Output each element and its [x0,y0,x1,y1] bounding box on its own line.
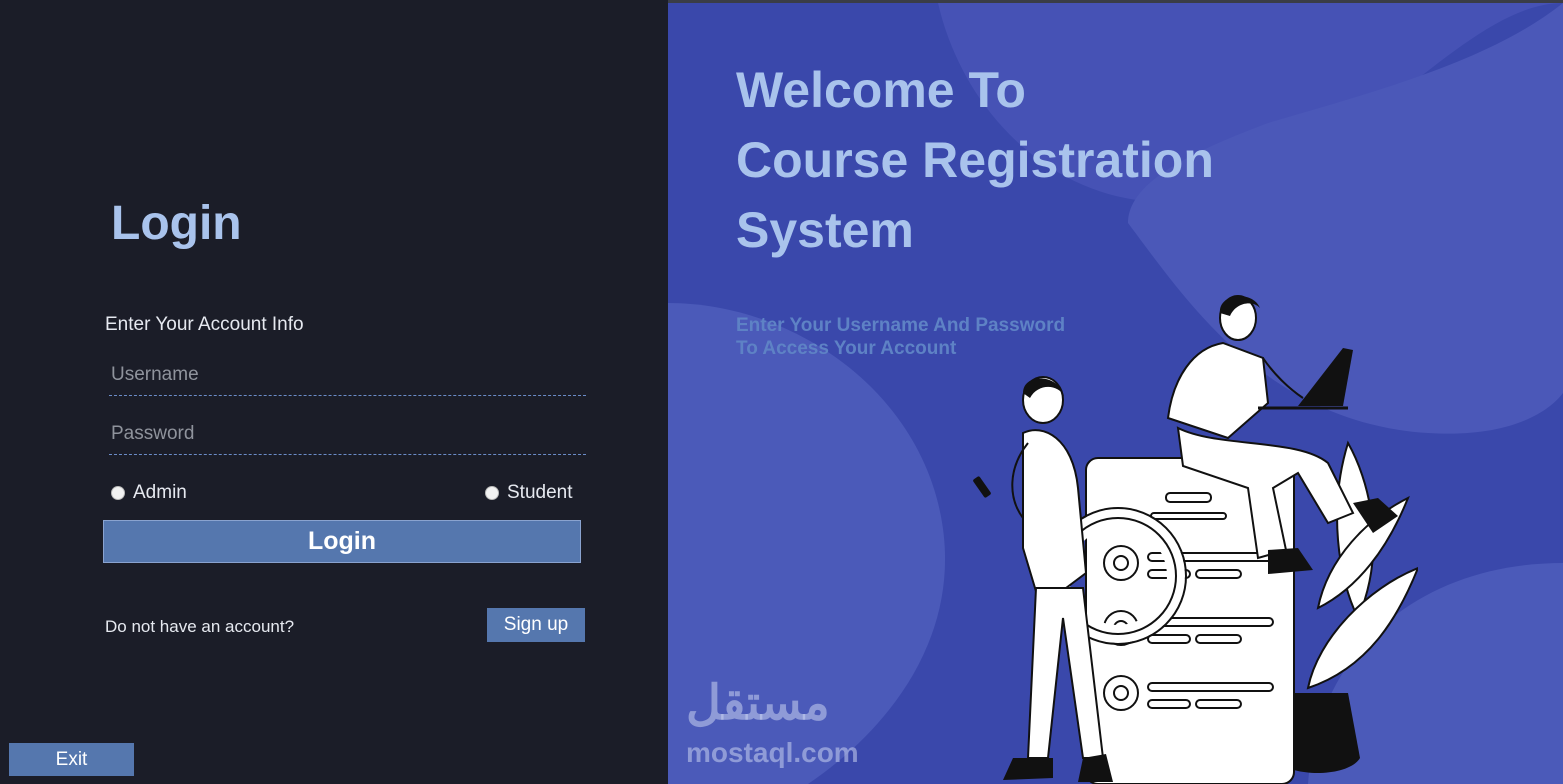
admin-radio[interactable]: Admin [111,482,187,504]
no-account-text: Do not have an account? [105,617,295,636]
password-input[interactable] [109,414,586,454]
password-field[interactable] [109,414,586,455]
radio-admin-icon[interactable] [111,486,125,500]
welcome-line-3: System [736,202,914,258]
exit-button[interactable]: Exit [9,743,134,776]
username-field[interactable] [109,355,586,396]
welcome-line-2: Course Registration [736,132,1214,188]
welcome-line-1: Welcome To [736,62,1026,118]
login-title: Login [111,197,242,250]
watermark-english: mostaql.com [686,737,859,768]
login-panel: Login Enter Your Account Info Admin Stud… [0,0,668,784]
username-input[interactable] [109,355,586,395]
welcome-heading: Welcome To Course Registration System [736,55,1214,265]
signup-button[interactable]: Sign up [487,608,585,642]
radio-student-icon[interactable] [485,486,499,500]
login-window: Login Enter Your Account Info Admin Stud… [0,0,1563,784]
students-illustration [973,295,1418,784]
welcome-panel: Welcome To Course Registration System En… [668,3,1563,784]
watermark-arabic: مستقل [686,677,830,730]
account-info-label: Enter Your Account Info [105,314,304,335]
login-button[interactable]: Login [103,520,581,563]
student-radio-label: Student [507,482,573,503]
student-radio[interactable]: Student [485,482,573,504]
admin-radio-label: Admin [133,482,187,503]
